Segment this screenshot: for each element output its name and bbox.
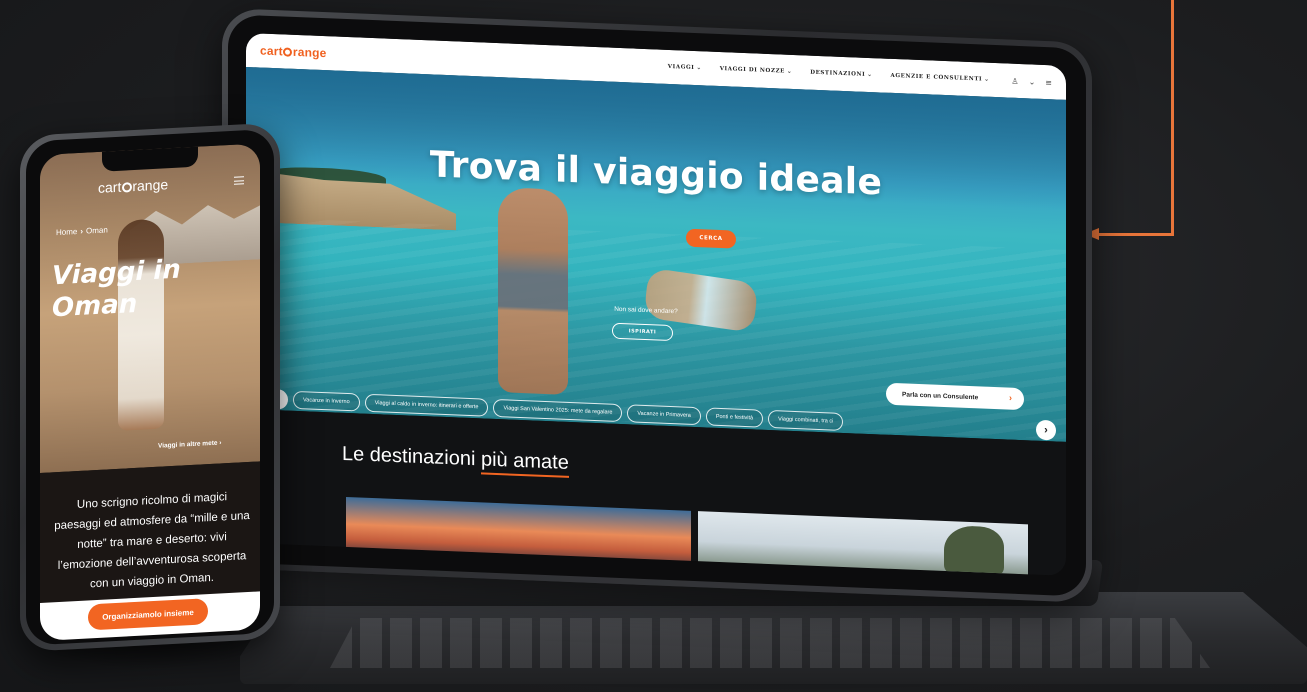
chevron-down-icon: ⌄ xyxy=(867,71,873,79)
chevron-down-icon: ⌄ xyxy=(984,76,990,83)
phone-hero-woman-photo xyxy=(118,218,164,431)
breadcrumb-current: Oman xyxy=(86,225,108,236)
nav-item-viaggi-di-nozze[interactable]: VIAGGI DI NOZZE ⌄ xyxy=(720,66,793,75)
logo-suffix: range xyxy=(292,44,327,61)
chevron-right-icon: › xyxy=(1009,392,1012,403)
card-tree xyxy=(944,524,1004,576)
phone-bezel: cart range Home › Oman Viaggi in Oman Viagg… xyxy=(26,128,274,646)
chevron-down-icon: ⌄ xyxy=(786,68,793,75)
logo-o-icon xyxy=(121,182,132,193)
consultant-button-label: Parla con un Consulente xyxy=(902,390,979,401)
logo-o-icon xyxy=(283,47,293,57)
hero-jumper-photo xyxy=(498,187,568,395)
chip[interactable]: Viaggi San Valentino 2025: mete da regal… xyxy=(493,398,623,423)
keyboard-keys xyxy=(330,618,1210,668)
nav-label: AGENZIE E CONSULENTI xyxy=(890,72,983,83)
section-heading: Le destinazioni più amate xyxy=(342,442,569,478)
nav-label: VIAGGI DI NOZZE xyxy=(719,65,785,75)
connector-line-horizontal xyxy=(1098,233,1174,236)
logo-text: cart xyxy=(260,43,283,59)
chevron-down-icon[interactable]: ⌄ xyxy=(1029,77,1036,86)
chevron-down-icon: ⌄ xyxy=(696,65,702,72)
hamburger-menu-icon[interactable] xyxy=(234,176,244,185)
nav-item-viaggi[interactable]: VIAGGI ⌄ xyxy=(668,64,702,71)
site-logo[interactable]: cart range xyxy=(260,44,327,61)
destination-card[interactable] xyxy=(346,496,691,571)
nav-label: DESTINAZIONI xyxy=(810,69,866,78)
hero-banner: Trova il viaggio ideale CERCA Non sai do… xyxy=(246,66,1066,442)
chip[interactable]: Vacanze in Inverno xyxy=(293,390,360,412)
heading-text: Le destinazioni xyxy=(342,442,481,471)
heading-accent: più amate xyxy=(480,448,569,478)
page-title: Viaggi in Oman xyxy=(52,251,232,324)
tablet: cart range VIAGGI ⌄ VIAGGI DI NOZZE ⌄ DESTI… xyxy=(222,8,1092,603)
inspire-button[interactable]: ISPIRATI xyxy=(612,322,673,342)
destination-card[interactable] xyxy=(698,511,1028,576)
breadcrumb-separator-icon: › xyxy=(80,226,84,236)
search-button[interactable]: CERCA xyxy=(686,228,736,249)
breadcrumb-home[interactable]: Home xyxy=(56,227,77,237)
chip[interactable]: Viaggi combinati, tra ci xyxy=(768,409,844,431)
connector-line-vertical xyxy=(1171,0,1174,236)
phone: cart range Home › Oman Viaggi in Oman Viagg… xyxy=(20,122,280,653)
tablet-screen: cart range VIAGGI ⌄ VIAGGI DI NOZZE ⌄ DESTI… xyxy=(246,32,1066,576)
chip[interactable]: Ponti e festività xyxy=(705,407,764,428)
main-nav: VIAGGI ⌄ VIAGGI DI NOZZE ⌄ DESTINAZIONI ⌄ A… xyxy=(668,64,990,83)
page-description: Uno scrigno ricolmo di magici paesaggi e… xyxy=(54,491,250,591)
chip[interactable]: Vacanze in Primavera xyxy=(627,404,701,426)
user-icon[interactable]: ♙ xyxy=(1011,76,1018,85)
header-icons: ♙ ⌄ ≡ xyxy=(1011,76,1052,87)
nav-item-destinazioni[interactable]: DESTINAZIONI ⌄ xyxy=(810,70,872,79)
phone-screen: cart range Home › Oman Viaggi in Oman Viagg… xyxy=(40,143,260,641)
logo-text: cart xyxy=(98,178,122,196)
logo-suffix: range xyxy=(132,176,169,195)
nav-label: VIAGGI xyxy=(667,63,695,71)
menu-icon[interactable]: ≡ xyxy=(1045,78,1052,87)
chip[interactable]: Viaggi al caldo in inverno: itinerari e … xyxy=(364,393,489,417)
nav-item-agenzie[interactable]: AGENZIE E CONSULENTI ⌄ xyxy=(891,73,990,83)
tablet-bezel: cart range VIAGGI ⌄ VIAGGI DI NOZZE ⌄ DESTI… xyxy=(228,14,1086,597)
carousel-next-button[interactable]: › xyxy=(1036,419,1056,441)
